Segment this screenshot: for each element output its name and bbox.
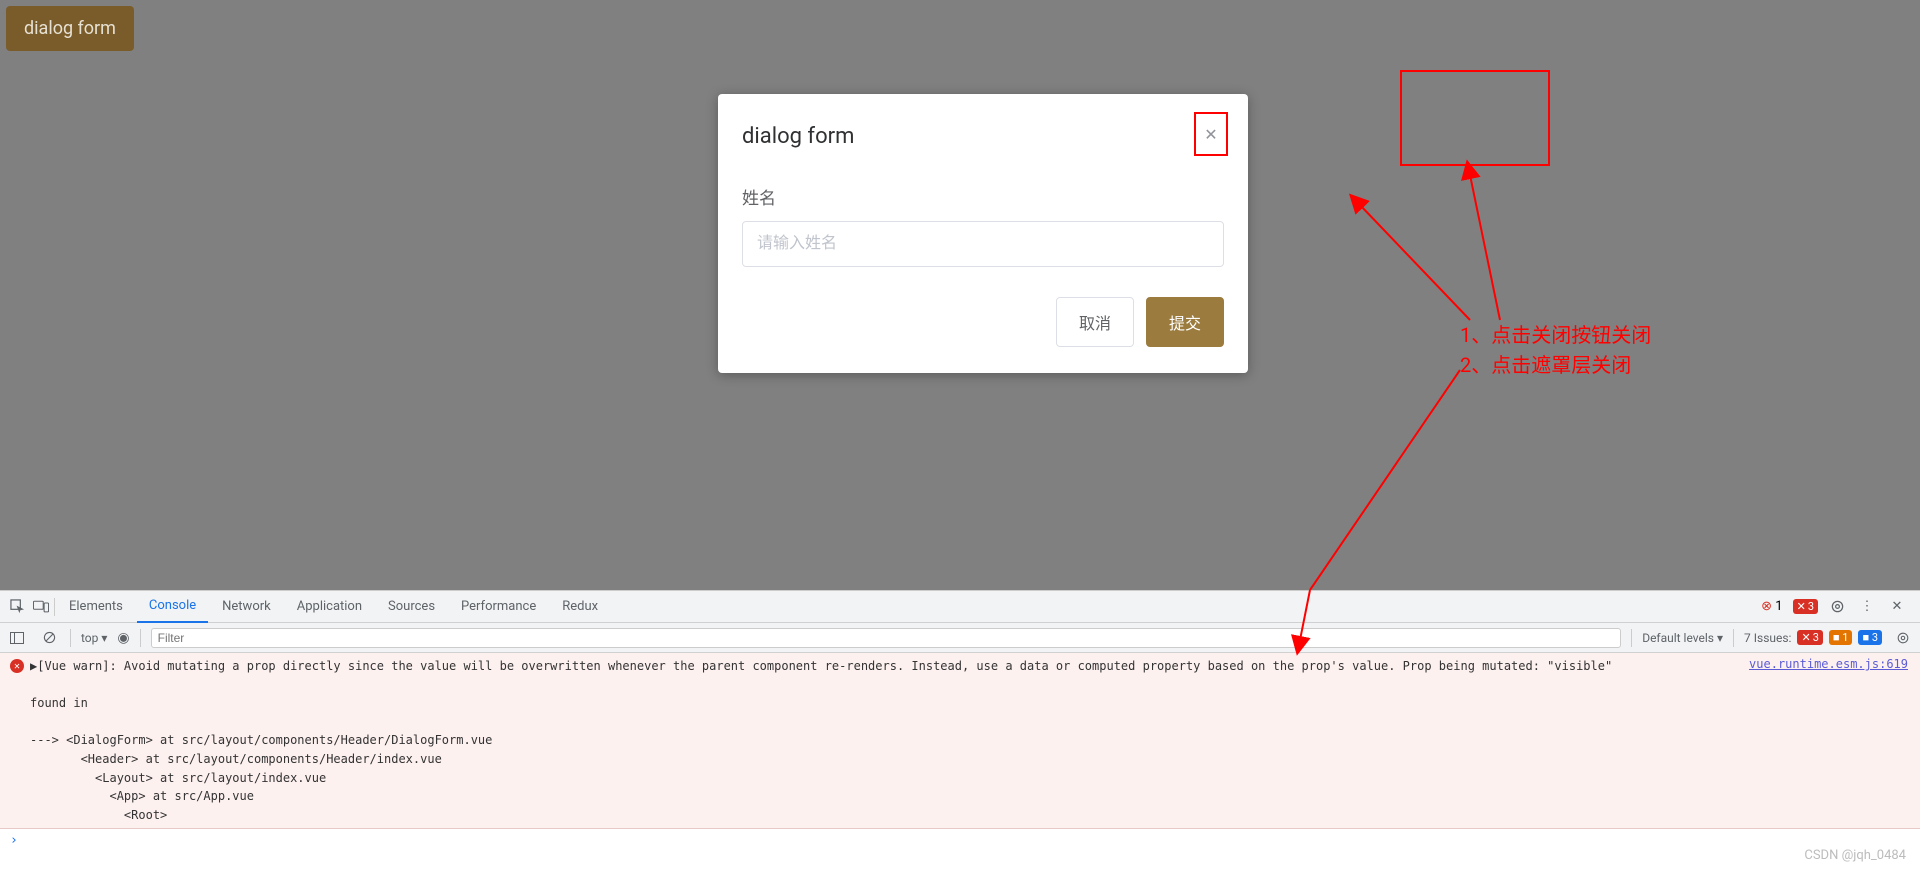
separator bbox=[1631, 629, 1632, 647]
devtools-right-controls: ⊗ 1 ✕ 3 ⋮ ✕ bbox=[1761, 596, 1914, 618]
error-icon: ✕ bbox=[10, 659, 24, 673]
console-filter-input[interactable] bbox=[151, 628, 1622, 648]
tab-application[interactable]: Application bbox=[285, 591, 374, 623]
context-selector[interactable]: top ▾ bbox=[81, 631, 107, 645]
log-levels-selector[interactable]: Default levels ▾ bbox=[1642, 631, 1723, 645]
separator bbox=[70, 629, 71, 647]
cancel-button[interactable]: 取消 bbox=[1056, 297, 1134, 347]
separator bbox=[54, 598, 55, 616]
dialog-title: dialog form bbox=[742, 124, 854, 149]
issues-warn-badge: ■ 1 bbox=[1829, 630, 1853, 645]
console-settings-icon[interactable] bbox=[1892, 627, 1914, 649]
console-source-link[interactable]: vue.runtime.esm.js:619 bbox=[1749, 657, 1908, 671]
tab-sources[interactable]: Sources bbox=[376, 591, 447, 623]
console-prompt[interactable]: › bbox=[0, 829, 1920, 852]
close-icon: ✕ bbox=[1204, 125, 1217, 144]
clear-console-icon[interactable] bbox=[38, 627, 60, 649]
chevron-down-icon: ▾ bbox=[101, 631, 107, 645]
annotation-overlay-rect bbox=[1400, 70, 1550, 166]
open-dialog-button[interactable]: dialog form bbox=[6, 6, 134, 51]
submit-button[interactable]: 提交 bbox=[1146, 297, 1224, 347]
dialog-header: dialog form ✕ bbox=[718, 94, 1248, 156]
annotation-line-2: 2、点击遮罩层关闭 bbox=[1460, 350, 1651, 380]
tab-redux[interactable]: Redux bbox=[550, 591, 610, 623]
dialog-footer: 取消 提交 bbox=[718, 281, 1248, 373]
error-count-badge[interactable]: ⊗ 1 bbox=[1761, 599, 1782, 614]
issues-info-badge: ■ 3 bbox=[1858, 630, 1882, 645]
more-icon[interactable]: ⋮ bbox=[1856, 596, 1878, 618]
console-log-area: vue.runtime.esm.js:619 ✕ ▶[Vue warn]: Av… bbox=[0, 653, 1920, 829]
tab-elements[interactable]: Elements bbox=[57, 591, 135, 623]
dialog-body: 姓名 bbox=[718, 156, 1248, 281]
name-input[interactable] bbox=[742, 221, 1224, 267]
separator bbox=[140, 629, 141, 647]
dialog-close-button[interactable]: ✕ bbox=[1194, 112, 1228, 156]
close-devtools-icon[interactable]: ✕ bbox=[1886, 596, 1908, 618]
chevron-down-icon: ▾ bbox=[1717, 631, 1723, 645]
tab-performance[interactable]: Performance bbox=[449, 591, 548, 623]
device-toggle-icon[interactable] bbox=[30, 596, 52, 618]
warn-count-badge[interactable]: ✕ 3 bbox=[1793, 599, 1818, 614]
settings-icon[interactable] bbox=[1826, 596, 1848, 618]
devtools-tabbar: Elements Console Network Application Sou… bbox=[0, 591, 1920, 623]
sidebar-toggle-icon[interactable] bbox=[6, 627, 28, 649]
watermark: CSDN @jqh_0484 bbox=[1804, 848, 1906, 863]
issues-summary[interactable]: 7 Issues: ✕ 3 ■ 1 ■ 3 bbox=[1744, 630, 1882, 645]
inspect-icon[interactable] bbox=[6, 596, 28, 618]
devtools: Elements Console Network Application Sou… bbox=[0, 590, 1920, 852]
console-error-row[interactable]: ✕ ▶[Vue warn]: Avoid mutating a prop dir… bbox=[0, 653, 1920, 828]
dialog: dialog form ✕ 姓名 取消 提交 bbox=[718, 94, 1248, 373]
issues-error-badge: ✕ 3 bbox=[1797, 630, 1822, 645]
live-expression-icon[interactable]: ◉ bbox=[117, 630, 129, 646]
annotation-line-1: 1、点击关闭按钮关闭 bbox=[1460, 320, 1651, 350]
tab-console[interactable]: Console bbox=[137, 591, 208, 623]
tab-network[interactable]: Network bbox=[210, 591, 283, 623]
console-error-message: ▶[Vue warn]: Avoid mutating a prop direc… bbox=[30, 657, 1910, 824]
dialog-mask[interactable]: dialog form dialog form ✕ 姓名 取消 提交 1、点击关… bbox=[0, 0, 1920, 590]
console-filterbar: top ▾ ◉ Default levels ▾ 7 Issues: ✕ 3 ■… bbox=[0, 623, 1920, 653]
annotation-text: 1、点击关闭按钮关闭 2、点击遮罩层关闭 bbox=[1460, 320, 1651, 380]
separator bbox=[1733, 629, 1734, 647]
name-label: 姓名 bbox=[742, 184, 1224, 209]
